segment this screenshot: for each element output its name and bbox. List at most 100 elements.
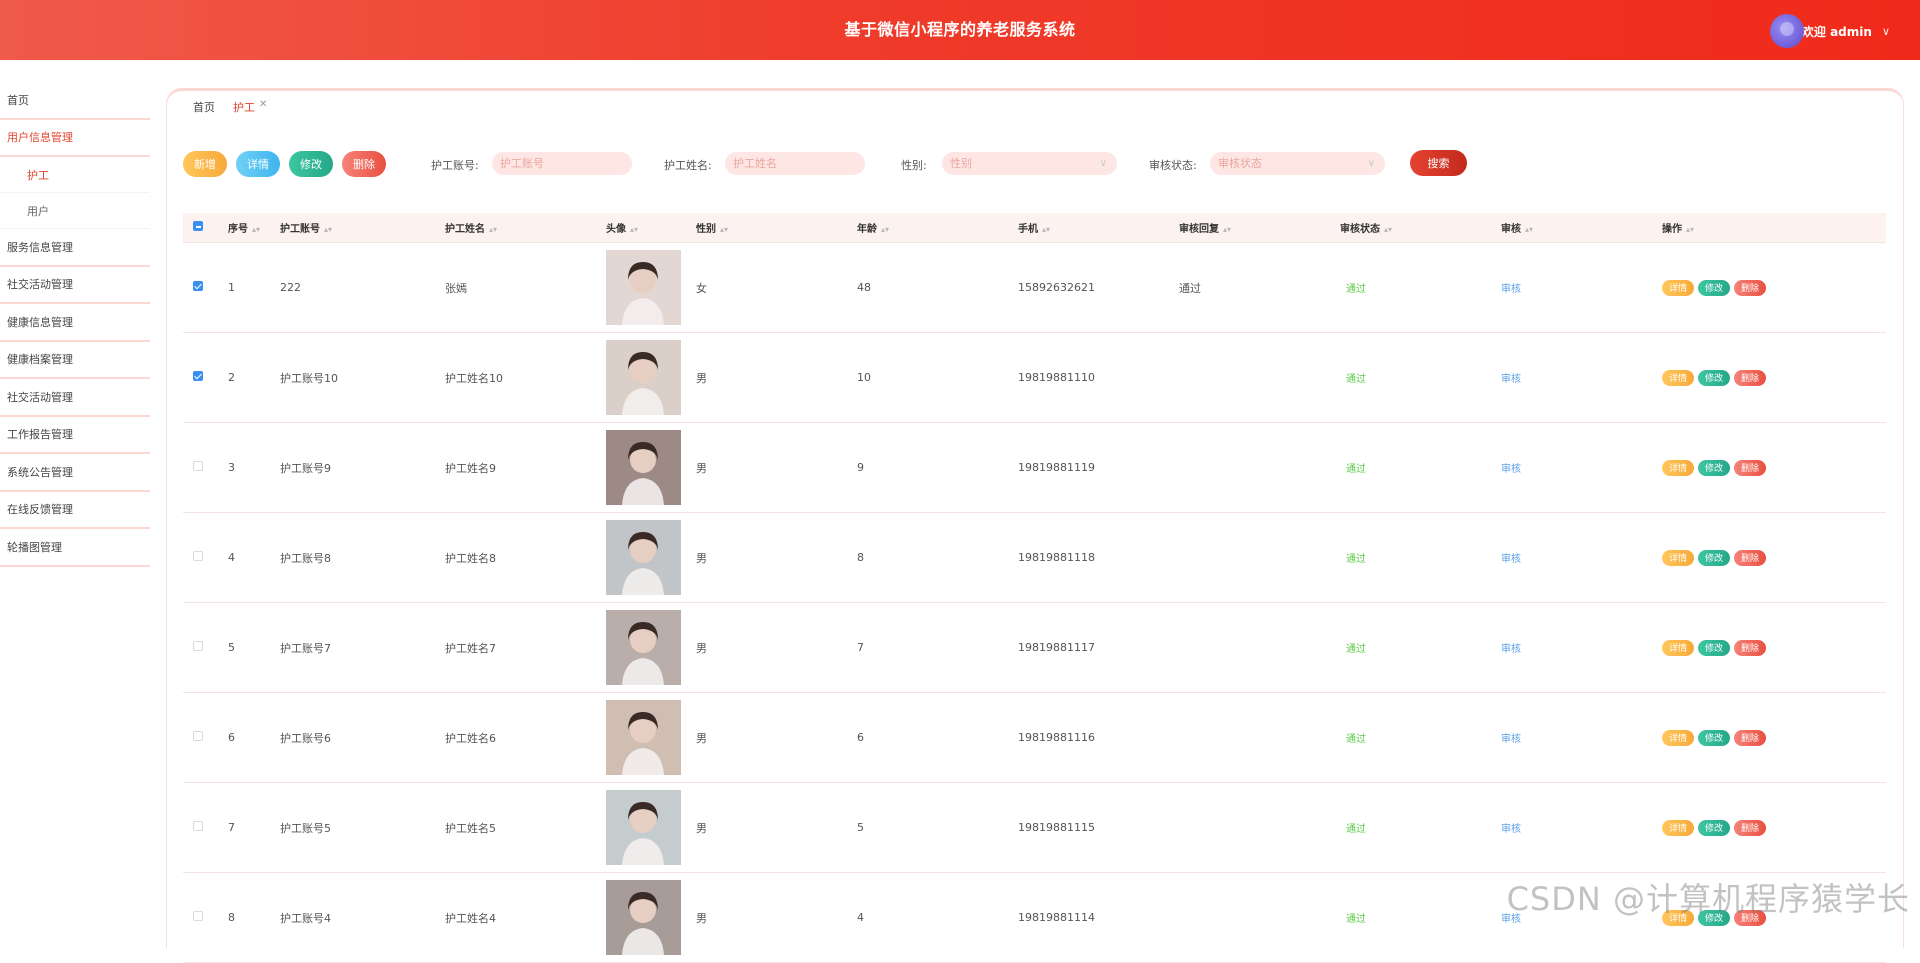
sort-icon[interactable]: ▴▾: [1384, 225, 1392, 234]
sidebar-item-carousel[interactable]: 轮播图管理: [0, 529, 150, 567]
sidebar-item-announcement[interactable]: 系统公告管理: [0, 454, 150, 492]
welcome-text[interactable]: 欢迎 admin: [1802, 23, 1872, 40]
avatar-photo[interactable]: [606, 610, 681, 685]
row-edit-button[interactable]: 修改: [1698, 550, 1730, 566]
sort-icon[interactable]: ▴▾: [1525, 225, 1533, 234]
row-detail-button[interactable]: 详情: [1662, 730, 1694, 746]
col-header-review[interactable]: 审核▴▾: [1501, 220, 1662, 235]
sort-icon[interactable]: ▴▾: [881, 225, 889, 234]
review-link[interactable]: 审核: [1501, 284, 1521, 295]
delete-button[interactable]: 删除: [342, 151, 386, 177]
avatar-photo[interactable]: [606, 790, 681, 865]
sidebar-subitem-user[interactable]: 用户: [0, 193, 150, 229]
tab-home[interactable]: 首页: [193, 99, 215, 115]
row-select-cell[interactable]: [183, 911, 228, 924]
table-row[interactable]: 5护工账号7护工姓名7男719819881117通过审核详情修改删除: [183, 603, 1886, 693]
review-link[interactable]: 审核: [1501, 644, 1521, 655]
sort-icon[interactable]: ▴▾: [252, 225, 260, 234]
sort-icon[interactable]: ▴▾: [1042, 225, 1050, 234]
review-link[interactable]: 审核: [1501, 464, 1521, 475]
row-detail-button[interactable]: 详情: [1662, 280, 1694, 296]
sidebar-item-health-record[interactable]: 健康档案管理: [0, 342, 150, 380]
review-link[interactable]: 审核: [1501, 734, 1521, 745]
row-delete-button[interactable]: 删除: [1734, 730, 1766, 746]
row-delete-button[interactable]: 删除: [1734, 820, 1766, 836]
sort-icon[interactable]: ▴▾: [720, 225, 728, 234]
row-checkbox[interactable]: [193, 371, 203, 381]
table-row[interactable]: 2护工账号10护工姓名10男1019819881110通过审核详情修改删除: [183, 333, 1886, 423]
table-row[interactable]: 4护工账号8护工姓名8男819819881118通过审核详情修改删除: [183, 513, 1886, 603]
col-header-avatar[interactable]: 头像▴▾: [606, 220, 696, 235]
select-all-cell[interactable]: [183, 221, 228, 234]
review-link[interactable]: 审核: [1501, 824, 1521, 835]
sidebar-item-feedback[interactable]: 在线反馈管理: [0, 492, 150, 530]
row-select-cell[interactable]: [183, 821, 228, 834]
col-header-no[interactable]: 序号▴▾: [228, 220, 280, 235]
row-detail-button[interactable]: 详情: [1662, 550, 1694, 566]
select-all-checkbox[interactable]: [193, 221, 203, 231]
row-select-cell[interactable]: [183, 281, 228, 294]
row-edit-button[interactable]: 修改: [1698, 370, 1730, 386]
row-select-cell[interactable]: [183, 731, 228, 744]
row-edit-button[interactable]: 修改: [1698, 280, 1730, 296]
col-header-account[interactable]: 护工账号▴▾: [280, 220, 445, 235]
row-edit-button[interactable]: 修改: [1698, 820, 1730, 836]
avatar-photo[interactable]: [606, 880, 681, 955]
avatar-photo[interactable]: [606, 430, 681, 505]
row-detail-button[interactable]: 详情: [1662, 460, 1694, 476]
sidebar-item-health-info[interactable]: 健康信息管理: [0, 304, 150, 342]
row-delete-button[interactable]: 删除: [1734, 370, 1766, 386]
row-select-cell[interactable]: [183, 461, 228, 474]
row-delete-button[interactable]: 删除: [1734, 640, 1766, 656]
table-row[interactable]: 1222张嫣女4815892632621通过通过审核详情修改删除: [183, 243, 1886, 333]
row-select-cell[interactable]: [183, 641, 228, 654]
sort-icon[interactable]: ▴▾: [630, 225, 638, 234]
sidebar-item-social-activity[interactable]: 社交活动管理: [0, 267, 150, 305]
sidebar-item-work-report[interactable]: 工作报告管理: [0, 417, 150, 455]
col-header-name[interactable]: 护工姓名▴▾: [445, 220, 606, 235]
user-avatar[interactable]: [1770, 14, 1804, 48]
avatar-photo[interactable]: [606, 250, 681, 325]
sidebar-item-user-info[interactable]: 用户信息管理: [0, 120, 150, 158]
col-header-reply[interactable]: 审核回复▴▾: [1179, 220, 1340, 235]
col-header-status[interactable]: 审核状态▴▾: [1340, 220, 1501, 235]
row-checkbox[interactable]: [193, 461, 203, 471]
sort-icon[interactable]: ▴▾: [324, 225, 332, 234]
row-select-cell[interactable]: [183, 551, 228, 564]
table-row[interactable]: 6护工账号6护工姓名6男619819881116通过审核详情修改删除: [183, 693, 1886, 783]
row-delete-button[interactable]: 删除: [1734, 550, 1766, 566]
gender-select[interactable]: 性别∨: [942, 152, 1117, 175]
col-header-gender[interactable]: 性别▴▾: [696, 220, 857, 235]
table-row[interactable]: 7护工账号5护工姓名5男519819881115通过审核详情修改删除: [183, 783, 1886, 873]
row-checkbox[interactable]: [193, 641, 203, 651]
row-checkbox[interactable]: [193, 731, 203, 741]
sidebar-item-home[interactable]: 首页: [0, 82, 150, 120]
sidebar-item-social-activity-2[interactable]: 社交活动管理: [0, 379, 150, 417]
row-checkbox[interactable]: [193, 551, 203, 561]
sidebar-subitem-caregiver[interactable]: 护工: [0, 157, 150, 193]
col-header-phone[interactable]: 手机▴▾: [1018, 220, 1179, 235]
search-button[interactable]: 搜索: [1410, 150, 1467, 176]
avatar-photo[interactable]: [606, 340, 681, 415]
user-menu[interactable]: 欢迎 admin ∨: [1770, 14, 1890, 48]
row-delete-button[interactable]: 删除: [1734, 460, 1766, 476]
name-input[interactable]: [725, 152, 865, 175]
row-detail-button[interactable]: 详情: [1662, 640, 1694, 656]
review-link[interactable]: 审核: [1501, 554, 1521, 565]
status-select[interactable]: 审核状态∨: [1210, 152, 1385, 175]
sort-icon[interactable]: ▴▾: [1223, 225, 1231, 234]
close-icon[interactable]: ✕: [259, 99, 267, 110]
row-checkbox[interactable]: [193, 281, 203, 291]
col-header-actions[interactable]: 操作▴▾: [1662, 220, 1862, 235]
tab-caregiver[interactable]: 护工✕: [233, 99, 267, 115]
row-checkbox[interactable]: [193, 911, 203, 921]
row-edit-button[interactable]: 修改: [1698, 640, 1730, 656]
col-header-age[interactable]: 年龄▴▾: [857, 220, 1018, 235]
table-row[interactable]: 3护工账号9护工姓名9男919819881119通过审核详情修改删除: [183, 423, 1886, 513]
row-edit-button[interactable]: 修改: [1698, 730, 1730, 746]
review-link[interactable]: 审核: [1501, 374, 1521, 385]
avatar-photo[interactable]: [606, 520, 681, 595]
account-input[interactable]: [492, 152, 632, 175]
sort-icon[interactable]: ▴▾: [1686, 225, 1694, 234]
row-detail-button[interactable]: 详情: [1662, 370, 1694, 386]
